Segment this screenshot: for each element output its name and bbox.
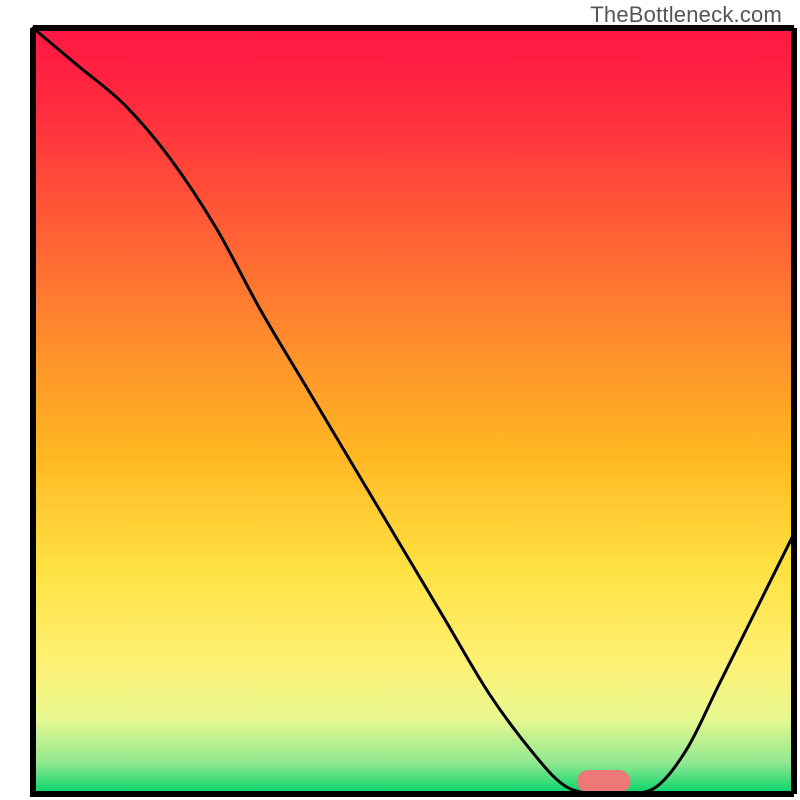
bottleneck-marker [577,770,630,793]
bottleneck-chart [0,0,800,800]
chart-container: TheBottleneck.com [0,0,800,800]
watermark-label: TheBottleneck.com [590,2,782,28]
plot-background [33,28,794,794]
